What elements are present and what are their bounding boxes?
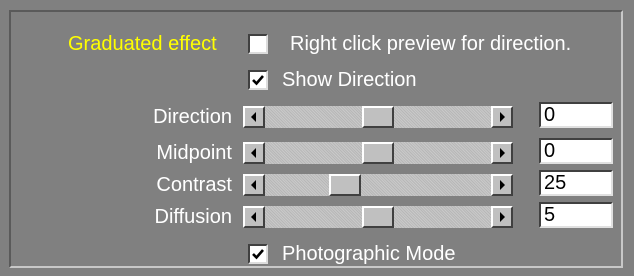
- photographic-mode-checkbox[interactable]: [248, 244, 268, 264]
- diffusion-value-field[interactable]: 5: [539, 202, 613, 228]
- direction-label: Direction: [153, 106, 232, 128]
- midpoint-scroll-left-button[interactable]: [243, 142, 265, 164]
- photographic-mode-label: Photographic Mode: [282, 243, 456, 265]
- contrast-scroll-left-button[interactable]: [243, 174, 265, 196]
- checkmark-icon: [252, 249, 264, 260]
- diffusion-scroll-left-button[interactable]: [243, 206, 265, 228]
- midpoint-scroll-right-button[interactable]: [491, 142, 513, 164]
- midpoint-label: Midpoint: [156, 142, 232, 164]
- contrast-slider[interactable]: [243, 174, 513, 196]
- diffusion-slider-thumb[interactable]: [362, 206, 394, 228]
- graduated-effect-checkbox[interactable]: [248, 34, 268, 54]
- arrow-left-icon: [251, 112, 256, 122]
- checkmark-icon: [252, 75, 264, 86]
- show-direction-checkbox[interactable]: [248, 70, 268, 90]
- arrow-right-icon: [500, 112, 505, 122]
- direction-slider[interactable]: [243, 106, 513, 128]
- arrow-left-icon: [251, 148, 256, 158]
- diffusion-label: Diffusion: [154, 206, 232, 228]
- direction-slider-thumb[interactable]: [362, 106, 394, 128]
- direction-value-field[interactable]: 0: [539, 102, 613, 128]
- diffusion-slider[interactable]: [243, 206, 513, 228]
- arrow-left-icon: [251, 180, 256, 190]
- direction-scroll-right-button[interactable]: [491, 106, 513, 128]
- arrow-right-icon: [500, 180, 505, 190]
- midpoint-value-field[interactable]: 0: [539, 138, 613, 164]
- contrast-slider-thumb[interactable]: [329, 174, 361, 196]
- diffusion-scroll-right-button[interactable]: [491, 206, 513, 228]
- arrow-right-icon: [500, 148, 505, 158]
- contrast-value-field[interactable]: 25: [539, 170, 613, 196]
- arrow-right-icon: [500, 212, 505, 222]
- graduated-effect-label: Graduated effect: [68, 33, 217, 55]
- arrow-left-icon: [251, 212, 256, 222]
- contrast-label: Contrast: [156, 174, 232, 196]
- midpoint-slider[interactable]: [243, 142, 513, 164]
- midpoint-slider-thumb[interactable]: [362, 142, 394, 164]
- show-direction-label: Show Direction: [282, 69, 417, 91]
- direction-hint-text: Right click preview for direction.: [290, 33, 572, 55]
- direction-scroll-left-button[interactable]: [243, 106, 265, 128]
- contrast-scroll-right-button[interactable]: [491, 174, 513, 196]
